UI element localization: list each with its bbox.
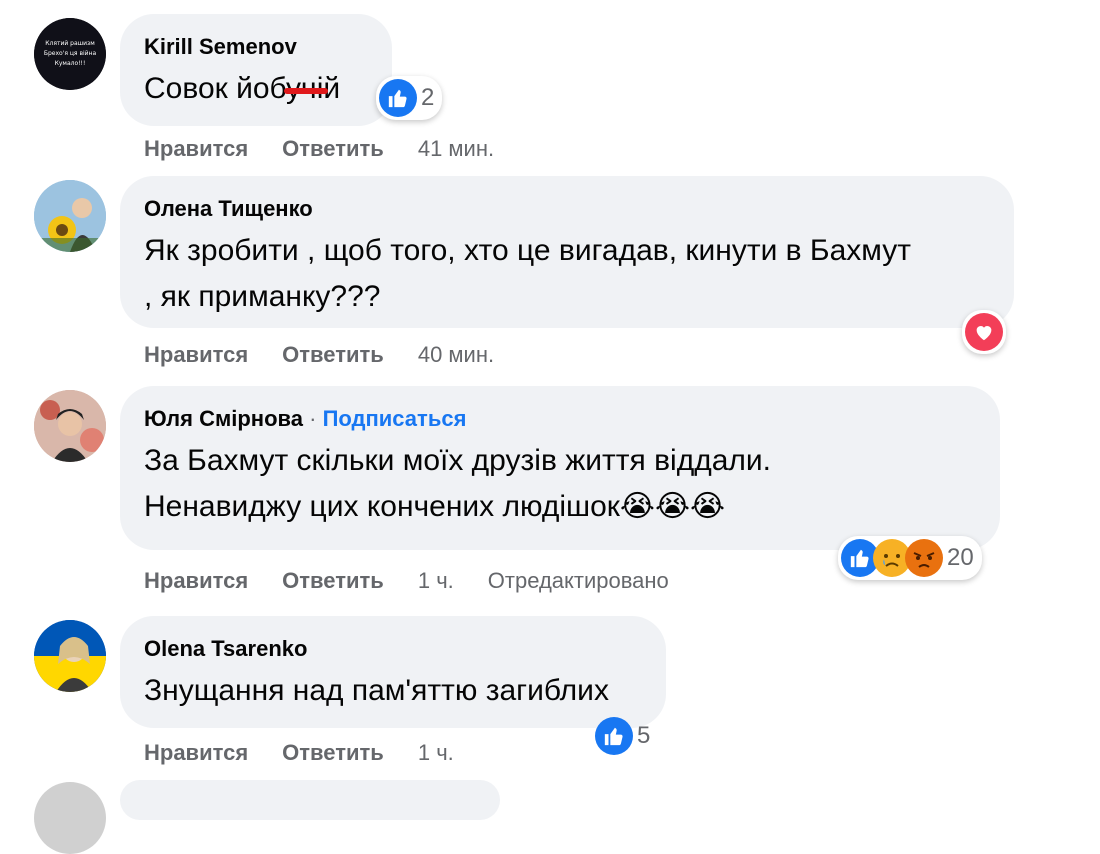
comment-text: Знущання над пам'яттю загиблих <box>144 674 609 707</box>
reaction-summary[interactable]: 20 <box>838 536 982 580</box>
author-name[interactable]: Юля Смірнова <box>144 406 303 431</box>
next-comment-bubble <box>120 780 500 820</box>
author-name[interactable]: Olena Tsarenko <box>144 634 640 664</box>
avatar-image <box>34 180 106 252</box>
avatar-image: Клятий рашизм Брехо'я ця війна Кумало!!! <box>34 18 106 90</box>
like-icon <box>595 717 633 755</box>
reaction-summary[interactable]: 2 <box>376 76 443 120</box>
comment-actions: Нравится Ответить 40 мин. <box>144 342 494 368</box>
love-icon <box>965 313 1003 351</box>
reaction-summary[interactable]: 5 <box>592 714 658 758</box>
comment-bubble: Kirill Semenov Совок йобучій <box>120 14 392 126</box>
edited-label: Отредактировано <box>487 568 669 593</box>
like-link[interactable]: Нравится <box>144 568 248 594</box>
like-link[interactable]: Нравится <box>144 136 248 162</box>
reaction-count: 20 <box>947 544 974 571</box>
svg-text:Клятий рашизм: Клятий рашизм <box>45 40 95 47</box>
comment-bubble: Олена Тищенко Як зробити , щоб того, хто… <box>120 176 1014 328</box>
angry-icon <box>905 539 943 577</box>
comment-text-line: Ненавиджу цих кончених людішок😭😭😭 <box>144 490 726 523</box>
like-icon <box>379 79 417 117</box>
comment-actions: Нравится Ответить 1 ч. Отредактировано <box>144 568 669 594</box>
comment-text: Совок йобучій <box>144 72 341 105</box>
svg-text:Кумало!!!: Кумало!!! <box>55 60 86 67</box>
author-name[interactable]: Олена Тищенко <box>144 194 988 224</box>
timestamp[interactable]: 1 ч. <box>418 740 454 766</box>
avatar[interactable] <box>34 180 106 252</box>
comment-text-line: Як зробити , щоб того, хто це вигадав, к… <box>144 234 912 267</box>
avatar[interactable] <box>34 620 106 692</box>
comment-text-line: , як приманку??? <box>144 280 381 313</box>
reply-link[interactable]: Ответить <box>282 342 384 368</box>
reaction-summary[interactable] <box>962 310 1006 354</box>
timestamp[interactable]: 1 ч. <box>418 568 454 594</box>
svg-text:Брехо'я ця війна: Брехо'я ця війна <box>44 50 97 57</box>
subscribe-link[interactable]: Подписаться <box>323 406 467 431</box>
comment-bubble: Olena Tsarenko Знущання над пам'яттю заг… <box>120 616 666 728</box>
author-line: Юля Смірнова · Подписаться <box>144 404 974 434</box>
comment-actions: Нравится Ответить 41 мин. <box>144 136 494 162</box>
avatar[interactable] <box>34 390 106 462</box>
like-link[interactable]: Нравится <box>144 740 248 766</box>
timestamp[interactable]: 40 мин. <box>418 342 494 368</box>
timestamp[interactable]: 41 мин. <box>418 136 494 162</box>
reply-link[interactable]: Ответить <box>282 740 384 766</box>
avatar-image <box>34 390 106 462</box>
reaction-count: 5 <box>637 722 651 749</box>
reaction-count: 2 <box>421 84 435 111</box>
reply-link[interactable]: Ответить <box>282 568 384 594</box>
avatar-image <box>34 620 106 692</box>
strike-mark <box>284 88 328 94</box>
reply-link[interactable]: Ответить <box>282 136 384 162</box>
comment-text-line: За Бахмут скільки моїх друзів життя відд… <box>144 444 771 477</box>
separator-dot: · <box>309 406 317 431</box>
like-link[interactable]: Нравится <box>144 342 248 368</box>
comment-bubble: Юля Смірнова · Подписаться За Бахмут скі… <box>120 386 1000 550</box>
avatar[interactable]: Клятий рашизм Брехо'я ця війна Кумало!!! <box>34 18 106 90</box>
author-name[interactable]: Kirill Semenov <box>144 32 366 62</box>
avatar[interactable] <box>34 782 106 854</box>
comment-actions: Нравится Ответить 1 ч. <box>144 740 454 766</box>
